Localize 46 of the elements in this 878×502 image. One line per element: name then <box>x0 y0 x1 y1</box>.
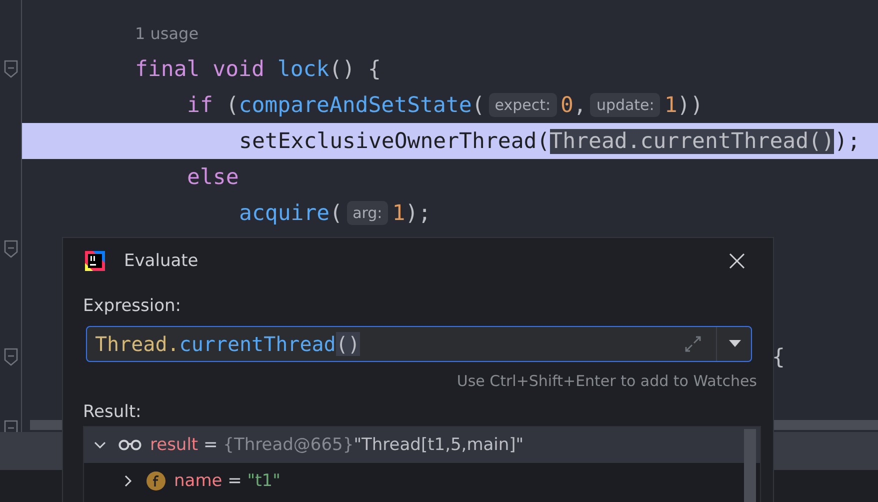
code-text: if <box>187 92 214 118</box>
result-value: result = {Thread@665}"Thread[t1,5,main]" <box>150 435 524 455</box>
code-text: ); <box>834 128 860 154</box>
close-icon[interactable] <box>729 253 745 269</box>
expression-text[interactable]: Thread.currentThread() <box>87 332 360 356</box>
field-icon <box>146 471 166 491</box>
code-text: ( <box>226 92 239 118</box>
code-text: ( <box>330 200 343 226</box>
app-icon <box>83 249 107 273</box>
expression-field[interactable]: Thread.currentThread() <box>86 326 752 362</box>
parameter-hint: arg: <box>346 201 388 225</box>
code-text: ); <box>405 200 432 226</box>
code-text: Thread.currentThread() <box>550 128 834 154</box>
code-text: , <box>573 92 586 118</box>
dropdown-icon[interactable] <box>729 340 741 348</box>
code-text: lock <box>277 56 330 82</box>
fold-icon[interactable] <box>4 60 18 78</box>
fold-icon[interactable] <box>4 348 18 366</box>
expand-icon[interactable] <box>684 335 702 353</box>
code-text: )) <box>677 92 704 118</box>
parameter-hint: expect: <box>488 93 557 117</box>
result-value: name = "t1" <box>174 471 280 491</box>
usage-hint[interactable]: 1 usage <box>135 24 199 42</box>
code-text: acquire <box>239 200 330 226</box>
fold-icon[interactable] <box>4 240 18 258</box>
tree-row[interactable]: result = {Thread@665}"Thread[t1,5,main]" <box>84 427 760 463</box>
code-text: setExclusiveOwnerThread( <box>239 128 550 154</box>
chevron-down-icon[interactable] <box>94 439 106 451</box>
code-text: final void <box>135 56 266 82</box>
scrollbar[interactable] <box>744 429 756 502</box>
result-label: Result: <box>83 402 142 422</box>
parameter-hint: update: <box>590 93 660 117</box>
code-text: 1 <box>392 200 406 226</box>
code-text: 1 <box>664 92 678 118</box>
code-text: () { <box>329 56 381 82</box>
code-text: compareAndSetState <box>238 92 472 118</box>
dialog-title: Evaluate <box>124 251 198 271</box>
code-text: 0 <box>560 92 574 118</box>
watches-hint: Use Ctrl+Shift+Enter to add to Watches <box>456 372 757 390</box>
expression-label: Expression: <box>83 296 182 316</box>
code-text: else <box>187 164 239 190</box>
code-text: ( <box>472 92 485 118</box>
code-text: { <box>772 344 785 370</box>
glasses-icon <box>118 439 142 451</box>
tree-row[interactable]: name = "t1" <box>84 463 760 499</box>
chevron-right-icon[interactable] <box>122 475 134 487</box>
